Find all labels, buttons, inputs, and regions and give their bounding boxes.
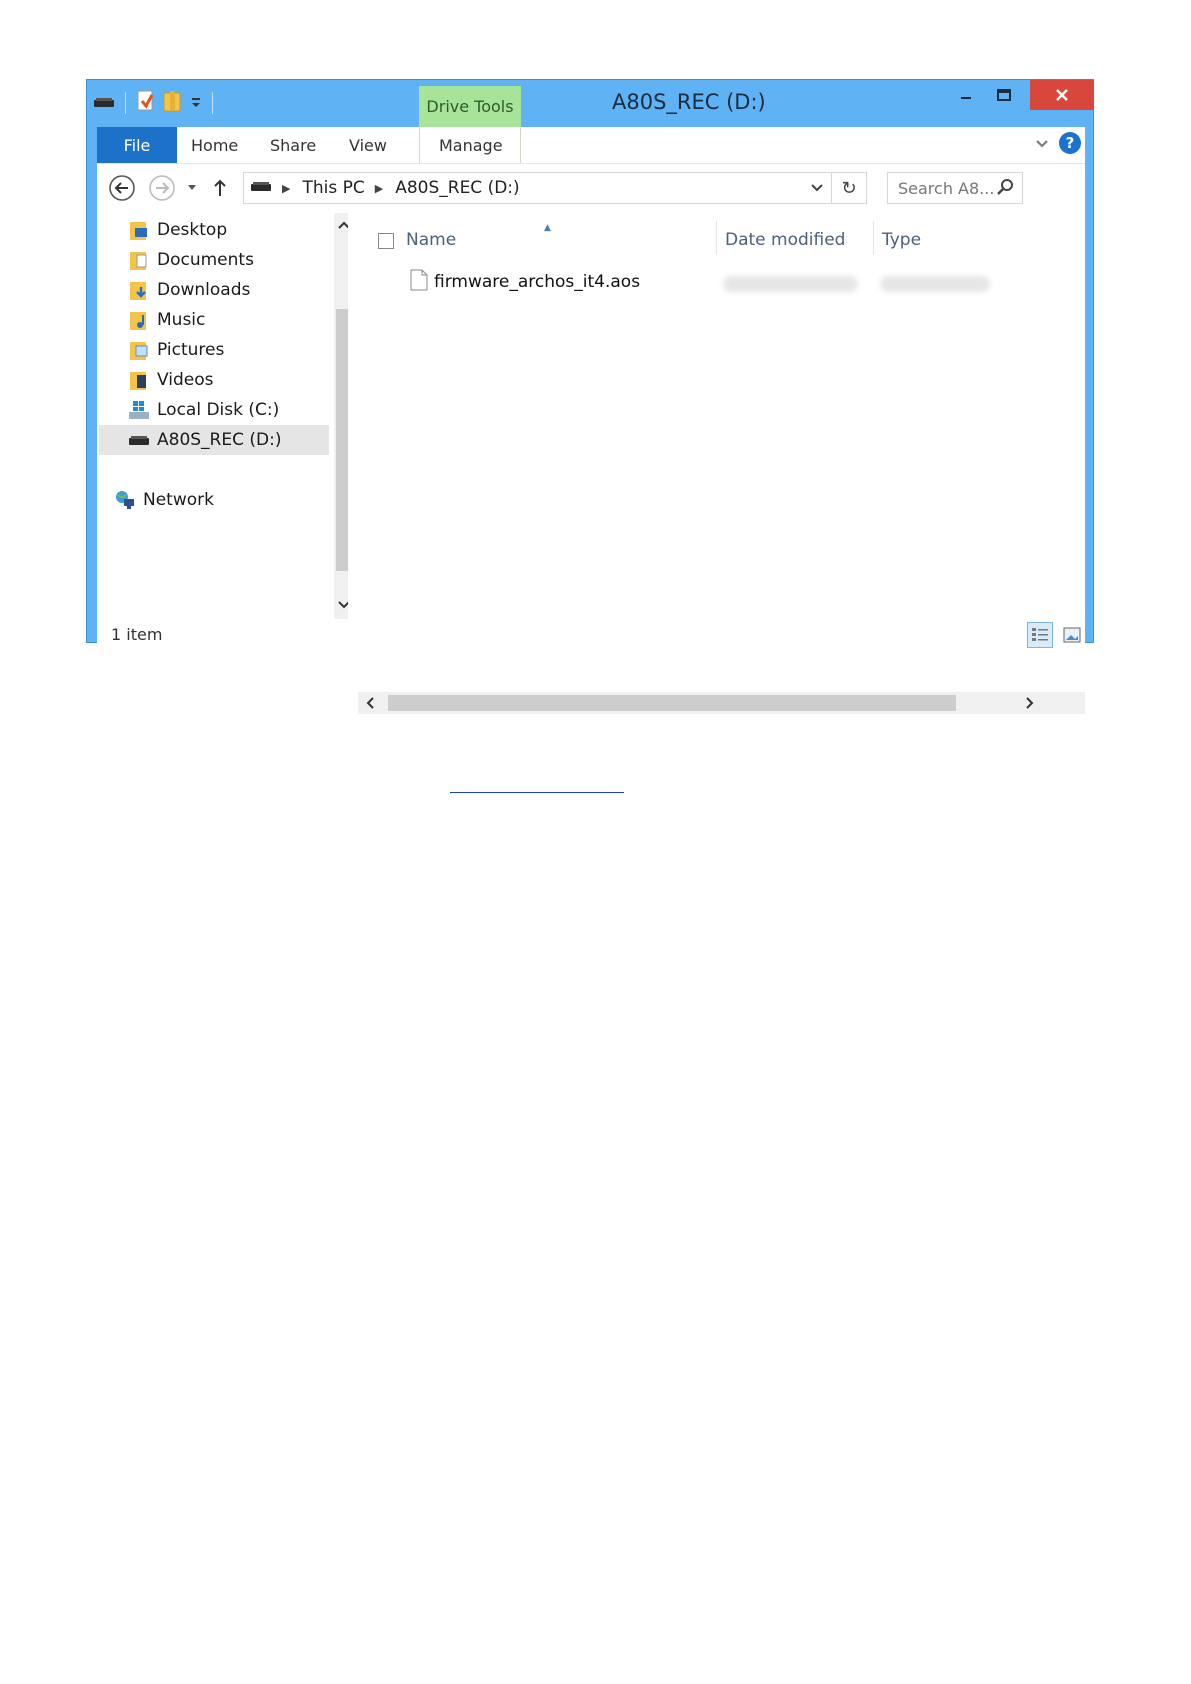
search-placeholder: Search A8... [898, 178, 995, 198]
file-name: firmware_archos_it4.aos [434, 272, 641, 292]
customize-toolbar-icon[interactable] [190, 94, 202, 113]
videos-folder-icon [127, 369, 151, 391]
title-bar: Drive Tools A80S_REC (D:) [87, 80, 1094, 127]
tab-share[interactable]: Share [270, 127, 316, 163]
item-count: 1 item [111, 625, 163, 644]
sidebar-item-network[interactable]: Network [113, 485, 343, 515]
link-underline[interactable] [450, 792, 624, 793]
minimize-icon [961, 97, 971, 99]
redacted-type [880, 276, 990, 292]
sidebar-item-label: A80S_REC (D:) [157, 430, 282, 450]
sidebar-item-desktop[interactable]: Desktop [127, 215, 357, 245]
column-divider[interactable] [873, 221, 874, 255]
drive-icon [93, 94, 115, 113]
explorer-window: Drive Tools A80S_REC (D:) File Home Shar… [86, 79, 1094, 714]
breadcrumb-this-pc[interactable]: This PC [302, 178, 364, 198]
drive-icon [250, 178, 272, 198]
desktop-folder-icon [127, 219, 151, 241]
column-header-type[interactable]: Type [882, 225, 921, 255]
ribbon-tabs: File Home Share View Manage ? [97, 127, 1085, 163]
search-icon[interactable] [996, 178, 1014, 200]
column-header-date-modified[interactable]: Date modified [725, 225, 845, 255]
horizontal-scrollbar[interactable] [358, 692, 1085, 714]
close-icon [1056, 89, 1068, 101]
sidebar-item-music[interactable]: Music [127, 305, 357, 335]
navigation-bar: ▶ This PC ▶ A80S_REC (D:) ↻ Search A8... [97, 163, 1085, 214]
removable-drive-icon [127, 429, 151, 451]
help-icon[interactable]: ? [1059, 132, 1081, 154]
maximize-button[interactable] [987, 80, 1021, 110]
scroll-right-icon[interactable] [1020, 692, 1040, 714]
large-icons-view-button[interactable] [1059, 622, 1085, 648]
new-folder-icon[interactable] [162, 89, 184, 117]
sidebar-item-pictures[interactable]: Pictures [127, 335, 357, 365]
close-button[interactable] [1030, 80, 1094, 110]
sort-ascending-icon: ▲ [544, 223, 551, 233]
status-bar: 1 item [97, 619, 1085, 651]
address-dropdown-icon[interactable] [804, 173, 830, 203]
select-all-checkbox[interactable] [378, 233, 394, 249]
properties-icon[interactable] [136, 89, 156, 117]
breadcrumb-separator-icon[interactable]: ▶ [282, 182, 290, 195]
tab-manage[interactable]: Manage [439, 127, 503, 163]
network-icon [113, 489, 137, 511]
sidebar-item-label: Pictures [157, 340, 225, 360]
recent-locations-button[interactable] [182, 173, 202, 203]
breadcrumb-separator-icon[interactable]: ▶ [375, 182, 383, 195]
tab-view[interactable]: View [349, 127, 387, 163]
column-divider[interactable] [716, 221, 717, 255]
pictures-folder-icon [127, 339, 151, 361]
sidebar-item-videos[interactable]: Videos [127, 365, 357, 395]
sidebar-item-local-disk[interactable]: Local Disk (C:) [127, 395, 357, 425]
breadcrumb-drive[interactable]: A80S_REC (D:) [395, 178, 519, 198]
back-arrow-icon [109, 175, 135, 201]
sidebar-item-label: Music [157, 310, 206, 330]
up-arrow-icon [214, 179, 226, 196]
maximize-icon [997, 89, 1011, 101]
details-view-icon [1032, 628, 1048, 641]
downloads-folder-icon [127, 279, 151, 301]
file-list-pane: ▲ Name Date modified Type firmware_archo… [348, 213, 1085, 714]
toolbar-divider [125, 92, 126, 114]
details-view-button[interactable] [1027, 622, 1053, 648]
forward-button[interactable] [147, 173, 177, 203]
redacted-date [723, 276, 858, 292]
sidebar-item-label: Downloads [157, 280, 251, 300]
up-button[interactable] [209, 173, 231, 203]
quick-access-toolbar [93, 88, 217, 118]
tab-file[interactable]: File [97, 127, 177, 163]
sidebar-item-label: Videos [157, 370, 214, 390]
chevron-down-icon [188, 185, 196, 190]
list-item[interactable]: firmware_archos_it4.aos [410, 268, 640, 296]
navigation-pane: Desktop Documents Downloads Music Pictur… [97, 213, 354, 619]
sidebar-item-downloads[interactable]: Downloads [127, 275, 357, 305]
documents-folder-icon [127, 249, 151, 271]
address-bar[interactable]: ▶ This PC ▶ A80S_REC (D:) ↻ [243, 172, 867, 204]
expand-ribbon-icon[interactable] [1035, 134, 1049, 153]
refresh-icon[interactable]: ↻ [831, 173, 866, 203]
search-box[interactable]: Search A8... [887, 172, 1023, 204]
sidebar-item-documents[interactable]: Documents [127, 245, 357, 275]
drive-tools-tab-group: Drive Tools [419, 86, 521, 127]
window-title: A80S_REC (D:) [612, 90, 766, 114]
sidebar-item-label: Documents [157, 250, 254, 270]
toolbar-divider [212, 92, 213, 114]
local-disk-icon [127, 399, 151, 421]
tab-home[interactable]: Home [191, 127, 238, 163]
sidebar-item-label: Desktop [157, 220, 228, 240]
sidebar-item-a80s-rec[interactable]: A80S_REC (D:) [99, 425, 329, 455]
minimize-button[interactable] [949, 80, 983, 110]
scroll-left-icon[interactable] [360, 692, 380, 714]
column-header-name[interactable]: Name [406, 225, 456, 255]
sidebar-item-label: Local Disk (C:) [157, 400, 280, 420]
sidebar-item-label: Network [143, 490, 214, 510]
back-button[interactable] [107, 173, 137, 203]
scrollbar-thumb[interactable] [388, 695, 956, 711]
large-icons-view-icon [1063, 627, 1081, 643]
file-icon [410, 269, 428, 296]
music-folder-icon [127, 309, 151, 331]
forward-arrow-icon [149, 175, 175, 201]
